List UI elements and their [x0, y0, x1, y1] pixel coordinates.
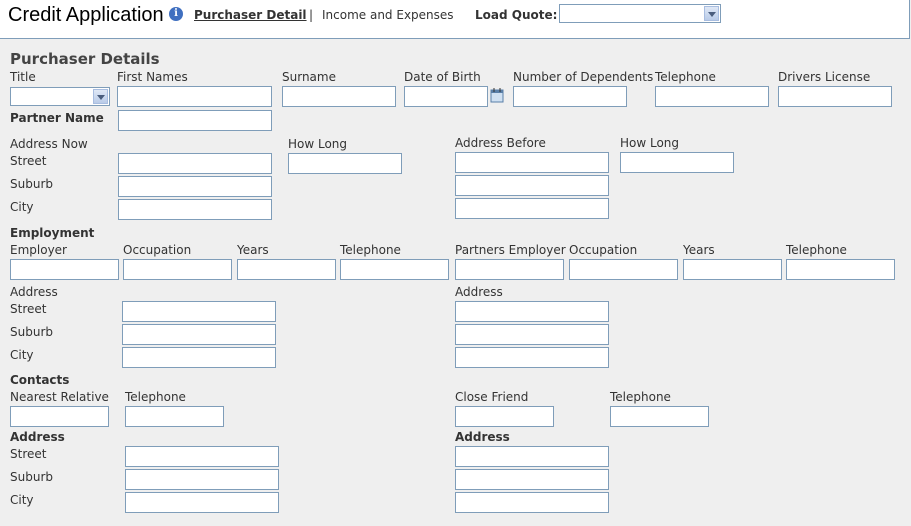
employer-street-label: Street — [10, 302, 47, 316]
relative-street-input[interactable] — [125, 446, 279, 467]
relative-telephone-input[interactable] — [125, 406, 224, 427]
partner-name-input[interactable] — [118, 110, 272, 131]
how-long-input[interactable] — [288, 153, 402, 174]
partner-name-label: Partner Name — [10, 111, 104, 125]
employment-telephone-input[interactable] — [340, 259, 449, 280]
first-names-label: First Names — [117, 70, 188, 84]
telephone-label: Telephone — [655, 70, 716, 84]
address-before-city-input[interactable] — [455, 198, 609, 219]
how-long-label: How Long — [288, 137, 348, 151]
friend-address-heading: Address — [455, 430, 510, 444]
chevron-down-icon[interactable] — [704, 6, 719, 21]
employer-suburb-input[interactable] — [122, 324, 276, 345]
relative-address-heading: Address — [10, 430, 65, 444]
contact-city-label: City — [10, 493, 34, 507]
purchaser-details-heading: Purchaser Details — [10, 50, 160, 68]
employer-street-input[interactable] — [122, 301, 276, 322]
friend-city-input[interactable] — [455, 492, 609, 513]
partner-years-label: Years — [683, 243, 715, 257]
address-now-label: Address Now — [10, 137, 88, 151]
dependents-label: Number of Dependents — [513, 70, 654, 84]
telephone-input[interactable] — [655, 86, 769, 107]
friend-street-input[interactable] — [455, 446, 609, 467]
partner-employer-suburb-input[interactable] — [455, 324, 609, 345]
nav-income-expenses-link[interactable]: Income and Expenses — [322, 8, 454, 22]
partner-employer-city-input[interactable] — [455, 347, 609, 368]
dob-label: Date of Birth — [404, 70, 481, 84]
address-now-city-input[interactable] — [118, 199, 272, 220]
nearest-relative-label: Nearest Relative — [10, 390, 109, 404]
surname-label: Surname — [282, 70, 336, 84]
employment-telephone-label: Telephone — [340, 243, 401, 257]
address-now-street-input[interactable] — [118, 153, 272, 174]
friend-telephone-label: Telephone — [610, 390, 671, 404]
city-label: City — [10, 200, 34, 214]
info-icon[interactable]: i — [169, 7, 183, 21]
years-label: Years — [237, 243, 269, 257]
dependents-input[interactable] — [513, 86, 627, 107]
first-names-input[interactable] — [117, 86, 272, 107]
street-label: Street — [10, 154, 47, 168]
employer-label: Employer — [10, 243, 67, 257]
drivers-license-label: Drivers License — [778, 70, 871, 84]
partner-years-input[interactable] — [683, 259, 782, 280]
employer-city-label: City — [10, 348, 34, 362]
friend-suburb-input[interactable] — [455, 469, 609, 490]
friend-telephone-input[interactable] — [610, 406, 709, 427]
nav-separator: | — [309, 8, 314, 22]
chevron-down-icon[interactable] — [93, 89, 108, 104]
partner-telephone-input[interactable] — [786, 259, 895, 280]
relative-suburb-input[interactable] — [125, 469, 279, 490]
relative-city-input[interactable] — [125, 492, 279, 513]
suburb-label: Suburb — [10, 177, 53, 191]
title-select[interactable] — [10, 87, 110, 106]
partner-occupation-label: Occupation — [569, 243, 638, 257]
how-long-before-label: How Long — [620, 136, 680, 150]
partner-occupation-input[interactable] — [569, 259, 678, 280]
partners-employer-input[interactable] — [455, 259, 564, 280]
dob-input[interactable] — [404, 86, 488, 107]
address-before-label: Address Before — [455, 136, 546, 150]
partner-employer-street-input[interactable] — [455, 301, 609, 322]
contact-suburb-label: Suburb — [10, 470, 53, 484]
contact-street-label: Street — [10, 447, 47, 461]
surname-input[interactable] — [282, 86, 396, 107]
address-now-suburb-input[interactable] — [118, 176, 272, 197]
load-quote-label: Load Quote: — [475, 8, 558, 22]
employer-city-input[interactable] — [122, 347, 276, 368]
contacts-heading: Contacts — [10, 373, 70, 387]
employer-input[interactable] — [10, 259, 119, 280]
employer-address-label: Address — [10, 285, 58, 299]
drivers-license-input[interactable] — [778, 86, 892, 107]
partner-employer-address-label: Address — [455, 285, 503, 299]
partners-employer-label: Partners Employer — [455, 243, 566, 257]
employer-suburb-label: Suburb — [10, 325, 53, 339]
address-before-street-input[interactable] — [455, 152, 609, 173]
relative-telephone-label: Telephone — [125, 390, 186, 404]
address-before-suburb-input[interactable] — [455, 175, 609, 196]
years-input[interactable] — [237, 259, 336, 280]
how-long-before-input[interactable] — [620, 152, 734, 173]
page-title: Credit Application — [8, 4, 164, 26]
calendar-icon[interactable] — [490, 87, 504, 103]
load-quote-select[interactable] — [559, 4, 721, 23]
nearest-relative-input[interactable] — [10, 406, 109, 427]
nav-purchaser-detail-link[interactable]: Purchaser Detail — [194, 8, 307, 22]
close-friend-input[interactable] — [455, 406, 554, 427]
partner-telephone-label: Telephone — [786, 243, 847, 257]
employment-heading: Employment — [10, 226, 95, 240]
occupation-label: Occupation — [123, 243, 192, 257]
close-friend-label: Close Friend — [455, 390, 529, 404]
occupation-input[interactable] — [123, 259, 232, 280]
title-label: Title — [10, 70, 36, 84]
